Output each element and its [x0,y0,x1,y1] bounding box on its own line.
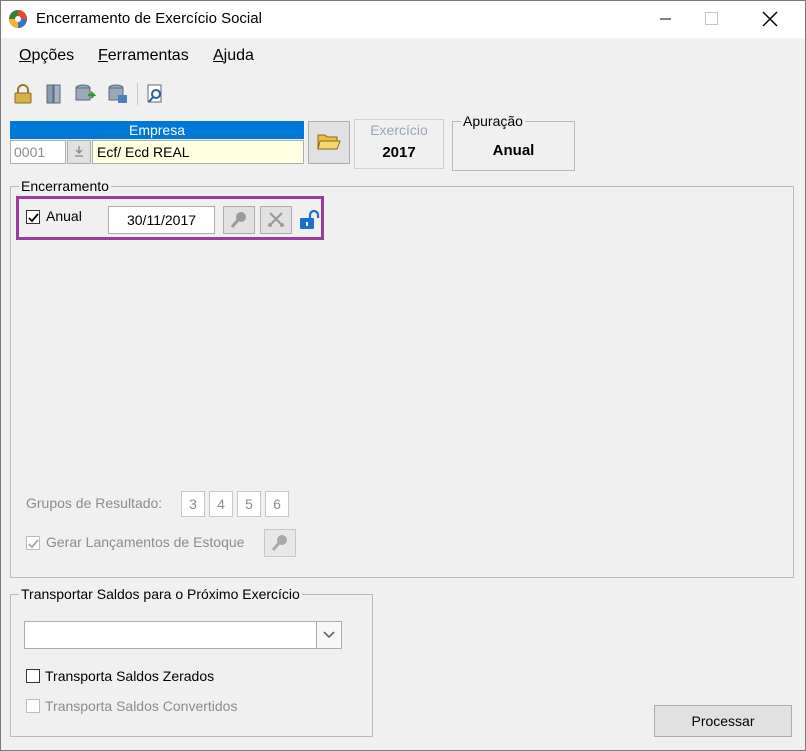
anual-checkbox[interactable] [26,210,40,224]
document-search-icon[interactable] [143,81,169,107]
exercicio-value: 2017 [382,144,416,161]
apuracao-group: Apuração Anual [452,112,575,171]
transportar-group: Transportar Saldos para o Próximo Exercí… [10,585,373,737]
toolbar [1,75,805,113]
close-button[interactable] [747,1,793,37]
search-date-button[interactable] [223,206,255,234]
maximize-button[interactable] [689,1,735,37]
transporta-convertidos-checkbox[interactable] [26,699,40,713]
gerar-lancamentos-checkbox[interactable] [26,536,40,550]
clear-date-button[interactable] [260,206,292,234]
menu-opcoes[interactable]: Opções [19,47,74,65]
empresa-header: Empresa [10,121,304,139]
database-export-icon[interactable] [73,81,99,107]
open-folder-button[interactable] [308,121,350,164]
chevron-down-icon[interactable] [316,622,341,648]
folder-open-icon [317,131,341,154]
apuracao-label: Apuração [461,112,525,130]
transportar-select[interactable] [24,621,342,649]
encerramento-group: Encerramento [10,177,794,578]
app-globe-icon [8,9,28,29]
gerar-lancamentos-label: Gerar Lançamentos de Estoque [46,534,245,550]
checkmark-icon [27,538,39,548]
empresa-code-field[interactable]: 0001 [10,140,66,164]
grupo-6-field[interactable]: 6 [265,491,289,517]
encerramento-date-field[interactable]: 30/11/2017 [108,206,215,234]
minimize-button[interactable] [643,1,689,37]
anual-label: Anual [46,208,82,224]
empresa-name-field[interactable]: Ecf/ Ecd REAL [92,140,304,164]
empresa-lookup-button[interactable] [67,140,91,164]
key-search-icon [270,532,290,555]
processar-button[interactable]: Processar [654,705,792,737]
books-icon[interactable] [41,81,67,107]
unlock-icon[interactable] [297,208,321,232]
exercicio-box: Exercício 2017 [354,119,444,169]
toolbar-separator [137,83,138,105]
transportar-legend: Transportar Saldos para o Próximo Exercí… [19,585,302,603]
checkmark-icon [27,212,39,222]
exercicio-label: Exercício [370,122,428,138]
window-title: Encerramento de Exercício Social [36,10,262,27]
scissors-icon [267,210,285,231]
transporta-zerados-label: Transporta Saldos Zerados [45,668,215,684]
grupos-label: Grupos de Resultado: [26,495,163,511]
gerar-lancamentos-search-button[interactable] [264,529,296,557]
transporta-convertidos-label: Transporta Saldos Convertidos [45,698,238,714]
encerramento-legend: Encerramento [19,177,111,195]
key-search-icon [229,209,249,232]
download-arrow-icon [73,144,85,160]
menu-bar: Opções Ferramentas Ajuda [1,38,805,73]
menu-ajuda[interactable]: Ajuda [213,47,254,65]
main-window: Encerramento de Exercício Social Opções … [0,0,806,751]
menu-ferramentas[interactable]: Ferramentas [98,47,189,65]
title-bar: Encerramento de Exercício Social [1,1,805,38]
transporta-zerados-checkbox[interactable] [26,669,40,683]
grupo-5-field[interactable]: 5 [237,491,261,517]
grupo-3-field[interactable]: 3 [181,491,205,517]
lock-icon[interactable] [10,81,36,107]
grupo-4-field[interactable]: 4 [209,491,233,517]
database-delete-icon[interactable] [105,81,131,107]
apuracao-value: Anual [492,142,535,159]
